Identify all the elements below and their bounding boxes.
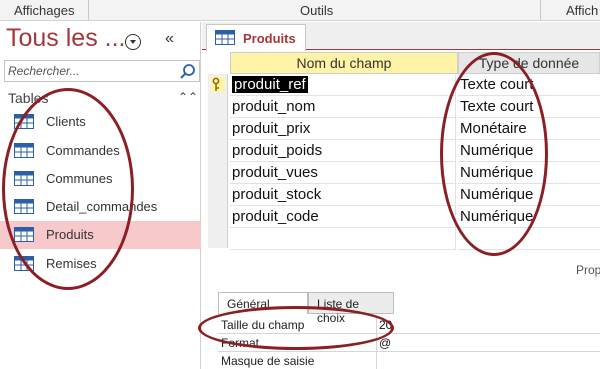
field-name-cell[interactable]: produit_poids — [230, 140, 456, 162]
field-name-cell[interactable]: produit_ref — [230, 74, 456, 96]
ribbon-divider — [540, 0, 541, 21]
ribbon-group-labels: Affichages Outils Affich — [0, 0, 600, 21]
table-icon — [215, 30, 235, 45]
tab-produits[interactable]: Produits — [206, 24, 306, 51]
column-header-field-name[interactable]: Nom du champ — [230, 52, 458, 74]
property-row-input-mask[interactable]: Masque de saisie — [218, 352, 600, 369]
field-name-cell[interactable]: produit_nom — [230, 96, 456, 118]
chevron-down-icon[interactable] — [125, 34, 141, 50]
ribbon-group-outils: Outils — [300, 3, 334, 18]
annotation-ellipse-nav — [2, 88, 134, 290]
annotation-ellipse-field-size — [198, 306, 394, 350]
property-name: Masque de saisie — [221, 354, 315, 368]
document-tab-bar: Produits — [202, 22, 600, 51]
primary-key-icon — [211, 77, 225, 92]
nav-pane-title[interactable]: Tous les ... — [6, 24, 126, 53]
annotation-ellipse-types — [440, 52, 548, 256]
collapse-pane-icon[interactable]: « — [165, 30, 174, 48]
ribbon-divider — [88, 0, 89, 21]
divider — [376, 352, 377, 369]
search-placeholder: Rechercher... — [8, 64, 80, 78]
field-name-cell[interactable]: produit_vues — [230, 162, 456, 184]
properties-pane-label: Prop — [576, 263, 600, 277]
search-input[interactable]: Rechercher... — [4, 60, 200, 82]
field-name-cell[interactable]: produit_stock — [230, 184, 456, 206]
field-name-cell[interactable]: produit_prix — [230, 118, 456, 140]
field-name-cell[interactable]: produit_code — [230, 206, 456, 228]
search-icon[interactable] — [179, 63, 196, 80]
row-selector-column[interactable] — [208, 74, 228, 248]
tab-label: Produits — [243, 31, 296, 46]
ribbon-group-affichages: Affichages — [14, 3, 75, 18]
ribbon-group-affichages-2: Affich — [566, 3, 599, 18]
field-name-text: produit_ref — [232, 76, 308, 93]
empty-field-name-cell[interactable] — [230, 228, 456, 250]
chevron-up-icon[interactable]: ⌃⌃ — [178, 90, 198, 104]
